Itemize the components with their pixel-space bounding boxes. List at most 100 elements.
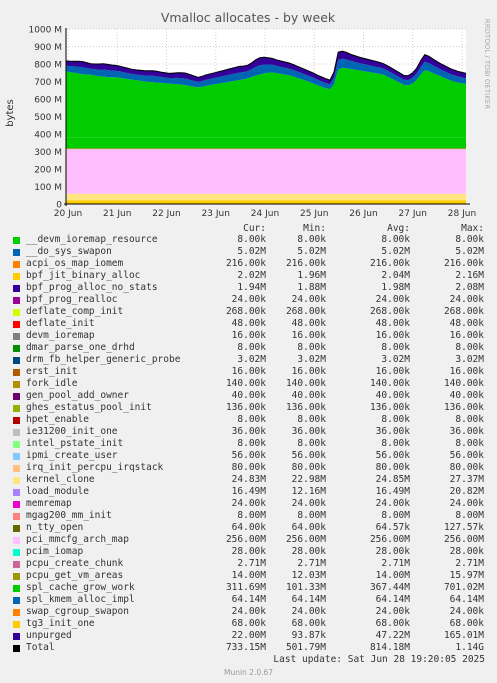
legend-avg: 268.00k [369, 306, 410, 317]
legend-swatch [13, 573, 20, 580]
legend-name: deflate_init [26, 318, 95, 329]
legend-swatch [13, 537, 20, 544]
legend-avg: 8.00M [381, 510, 410, 521]
legend-row: ghes_estatus_pool_init 136.00k 136.00k 136.… [0, 402, 497, 414]
legend-avg: 16.00k [375, 330, 410, 341]
legend-max: 8.00M [455, 510, 484, 521]
legend-name: drm_fb_helper_generic_probe [26, 354, 181, 365]
x-tick-label: 23 Jun [202, 209, 230, 219]
x-tick-label: 27 Jun [399, 209, 427, 219]
y-axis-label: bytes [5, 99, 16, 127]
legend-min: 256.00M [285, 534, 326, 545]
y-tick-label: 600 M [34, 96, 62, 106]
legend-row: bpf_prog_realloc 24.00k 24.00k 24.00k 24.00k [0, 294, 497, 306]
legend-swatch [13, 345, 20, 352]
legend-avg: 64.57k [375, 522, 410, 533]
legend-avg: 3.02M [381, 354, 410, 365]
legend-min: 8.00k [297, 414, 326, 425]
legend-min: 501.79M [285, 642, 326, 653]
legend-min: 12.16M [291, 486, 326, 497]
legend-row: kernel_clone 24.83M 22.98M 24.85M 27.37M [0, 474, 497, 486]
chart-title: Vmalloc allocates - by week [161, 10, 336, 25]
legend-max: 1.14G [455, 642, 484, 653]
legend-row: swap_cgroup_swapon 24.00k 24.00k 24.00k 24.0… [0, 606, 497, 618]
legend-min: 8.00k [297, 234, 326, 245]
legend-name: tg3_init_one [26, 618, 95, 629]
y-tick-label: 200 M [34, 166, 62, 176]
legend-swatch [13, 381, 20, 388]
legend-avg: 367.44M [369, 582, 410, 593]
legend-swatch [13, 489, 20, 496]
legend-avg: 16.49M [375, 486, 410, 497]
legend-swatch [13, 369, 20, 376]
legend-avg: 1.98M [381, 282, 410, 293]
legend-avg: 24.00k [375, 606, 410, 617]
legend-min: 64.14M [291, 594, 326, 605]
legend-max: 8.00k [455, 342, 484, 353]
legend-avg: 140.00k [369, 378, 410, 389]
header-min: Min: [303, 223, 326, 234]
legend-name: erst_init [26, 366, 78, 377]
legend-max: 5.02M [455, 246, 484, 257]
legend-swatch [13, 501, 20, 508]
legend-min: 8.00M [297, 510, 326, 521]
legend-max: 3.02M [455, 354, 484, 365]
legend-name: ipmi_create_user [26, 450, 118, 461]
legend-max: 48.00k [449, 318, 484, 329]
legend-row: ie31200_init_one 36.00k 36.00k 36.00k 36.00k [0, 426, 497, 438]
y-tick-label: 500 M [34, 113, 62, 123]
legend-avg: 28.00k [375, 546, 410, 557]
legend-min: 1.88M [297, 282, 326, 293]
legend-swatch [13, 417, 20, 424]
x-tick-label: 25 Jun [300, 209, 328, 219]
legend-name: spl_cache_grow_work [26, 582, 135, 593]
legend-avg: 80.00k [375, 462, 410, 473]
legend-max: 8.00k [455, 234, 484, 245]
legend-max: 2.71M [455, 558, 484, 569]
legend-swatch [13, 357, 20, 364]
legend-name: kernel_clone [26, 474, 95, 485]
legend-name: memremap [26, 498, 72, 509]
x-tick-labels: 20 Jun 21 Jun 22 Jun 23 Jun 24 Jun 25 Jun 26 J… [54, 209, 476, 219]
legend-min: 216.00k [285, 258, 326, 269]
legend-row: fork_idle 140.00k 140.00k 140.00k 140.00k [0, 378, 497, 390]
legend-max: 27.37M [449, 474, 484, 485]
y-tick-label: 800 M [34, 61, 62, 71]
y-tick-labels: 0100 M200 M300 M400 M500 M600 M700 M800 … [28, 26, 62, 211]
legend-avg: 40.00k [375, 390, 410, 401]
legend-min: 1.96M [297, 270, 326, 281]
legend-name: spl_kmem_alloc_impl [26, 594, 135, 605]
legend-swatch [13, 405, 20, 412]
legend-swatch [13, 237, 20, 244]
legend-name: pci_mmcfg_arch_map [26, 534, 129, 545]
munin-version: Munin 2.0.67 [223, 668, 274, 677]
legend-avg: 24.85M [375, 474, 410, 485]
legend-swatch [13, 645, 20, 652]
legend-name: __do_sys_swapon [26, 246, 112, 257]
legend-min: 8.00k [297, 438, 326, 449]
legend-min: 93.87k [291, 630, 326, 641]
legend-swatch [13, 393, 20, 400]
header-avg: Avg: [387, 223, 410, 234]
legend-min: 140.00k [285, 378, 326, 389]
legend-avg: 8.00k [381, 414, 410, 425]
y-tick-label: 1000 M [28, 26, 62, 36]
legend-min: 80.00k [291, 462, 326, 473]
legend-max: 8.00k [455, 414, 484, 425]
legend-max: 216.00k [443, 258, 484, 269]
legend-row: n_tty_open 64.00k 64.00k 64.57k 127.57k [0, 522, 497, 534]
legend-min: 5.02M [297, 246, 326, 257]
legend-name: ghes_estatus_pool_init [26, 402, 152, 413]
legend-row: deflate_comp_init 268.00k 268.00k 268.00k 26… [0, 306, 497, 318]
area-pci-mmcfg-arch-map [66, 149, 466, 194]
legend-row: memremap 24.00k 24.00k 24.00k 24.00k [0, 498, 497, 510]
legend-avg: 36.00k [375, 426, 410, 437]
legend-avg: 8.00k [381, 234, 410, 245]
legend-max: 40.00k [449, 390, 484, 401]
legend-min: 268.00k [285, 306, 326, 317]
legend-row: bpf_jit_binary_alloc 2.02M 1.96M 2.04M 2.16M [0, 270, 497, 282]
legend-name: bpf_prog_realloc [26, 294, 118, 305]
y-tick-label: 100 M [34, 183, 62, 193]
legend-min: 16.00k [291, 330, 326, 341]
legend-row: unpurged 22.00M 93.87k 47.22M 165.01M [0, 630, 497, 642]
